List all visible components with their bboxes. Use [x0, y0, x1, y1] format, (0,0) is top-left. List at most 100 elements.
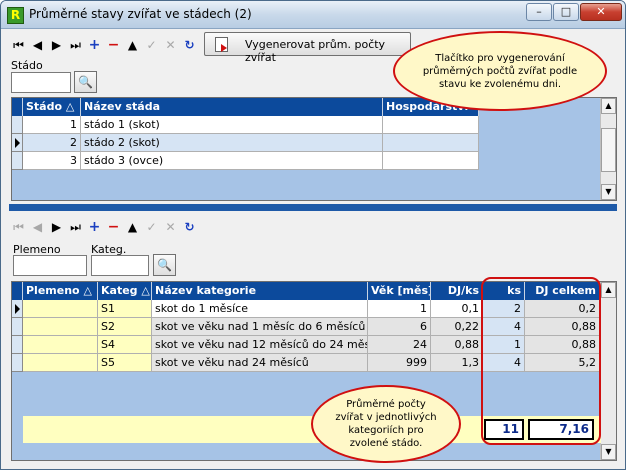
row-indicator[interactable] — [12, 152, 23, 170]
herd-filter-label: Stádo — [11, 59, 43, 72]
sort-icon: △ — [65, 100, 75, 113]
sort-icon: △ — [141, 284, 150, 297]
prior-record-icon[interactable]: ◀ — [28, 34, 47, 56]
animals-cell-dj[interactable]: 1,3 — [431, 354, 483, 372]
category-filter-input[interactable] — [91, 255, 149, 276]
cancel-record-icon: ✕ — [165, 38, 176, 52]
animals-navigator: ⏮ ◀ ▶ ⏭ + − ▲ ✓ ✕ ↻ — [9, 216, 199, 238]
herd-col-id-label: Stádo — [26, 100, 63, 113]
animals-cell-dj[interactable]: 0,22 — [431, 318, 483, 336]
window-title: Průměrné stavy zvířat ve stádech (2) — [29, 7, 252, 21]
first-record-icon[interactable]: ⏮ — [9, 34, 28, 56]
delete-record-icon[interactable]: − — [104, 216, 123, 238]
animals-cell-name[interactable]: skot ve věku nad 1 měsíc do 6 měsíců — [152, 318, 368, 336]
animals-cell-dj[interactable]: 0,1 — [431, 300, 483, 318]
animals-col-category-label: Kateg — [101, 284, 138, 297]
delete-record-icon[interactable]: − — [104, 34, 123, 56]
highlight-frame — [481, 277, 601, 445]
generate-counts-label: Vygenerovat prům. počty zvířat — [245, 38, 386, 64]
herd-cell-id[interactable]: 2 — [23, 134, 81, 152]
row-indicator[interactable] — [12, 116, 23, 134]
post-record-icon: ✓ — [146, 38, 157, 52]
herd-cell-name[interactable]: stádo 1 (skot) — [81, 116, 383, 134]
animals-cell-category[interactable]: S5 — [98, 354, 152, 372]
main-window: R Průměrné stavy zvířat ve stádech (2) –… — [0, 0, 626, 470]
animals-cell-name[interactable]: skot do 1 měsíce — [152, 300, 368, 318]
minimize-button[interactable]: – — [526, 3, 552, 21]
sort-icon: △ — [83, 284, 92, 297]
animals-cell-breed[interactable] — [23, 318, 98, 336]
row-indicator-current[interactable] — [12, 134, 23, 152]
next-record-icon[interactable]: ▶ — [47, 216, 66, 238]
maximize-button[interactable]: □ — [553, 3, 579, 21]
animals-col-name[interactable]: Název kategorie — [152, 282, 368, 300]
herd-cell-id[interactable]: 3 — [23, 152, 81, 170]
add-record-icon[interactable]: + — [85, 216, 104, 238]
scroll-down-icon[interactable]: ▼ — [601, 184, 616, 200]
animals-cell-age[interactable]: 999 — [368, 354, 431, 372]
animals-cell-breed[interactable] — [23, 354, 98, 372]
herd-search-icon[interactable]: 🔍 — [74, 71, 97, 93]
post-record-icon: ✓ — [146, 220, 157, 234]
herd-cell-farm[interactable] — [383, 134, 479, 152]
title-bar[interactable]: R Průměrné stavy zvířat ve stádech (2) –… — [1, 1, 625, 29]
animals-cell-age[interactable]: 1 — [368, 300, 431, 318]
herd-grid: Stádo △ Název stáda Hospodářství 1 stádo… — [11, 97, 617, 201]
animals-cell-category[interactable]: S2 — [98, 318, 152, 336]
prior-record-icon: ◀ — [32, 220, 43, 234]
last-record-icon[interactable]: ⏭ — [66, 216, 85, 238]
animals-grid-corner — [12, 282, 23, 300]
animals-cell-category[interactable]: S4 — [98, 336, 152, 354]
generate-counts-button[interactable]: Vygenerovat prům. počty zvířat — [204, 32, 411, 64]
edit-record-icon[interactable]: ▲ — [123, 34, 142, 56]
row-indicator[interactable] — [12, 354, 23, 372]
row-indicator[interactable] — [12, 336, 23, 354]
herd-cell-id[interactable]: 1 — [23, 116, 81, 134]
herd-filter-input[interactable] — [11, 72, 71, 93]
herd-col-name[interactable]: Název stáda — [81, 98, 383, 116]
last-record-icon[interactable]: ⏭ — [66, 34, 85, 56]
row-indicator[interactable] — [12, 318, 23, 336]
animals-cell-breed[interactable] — [23, 300, 98, 318]
edit-record-icon[interactable]: ▲ — [123, 216, 142, 238]
animals-search-icon[interactable]: 🔍 — [153, 254, 176, 276]
herd-cell-name[interactable]: stádo 3 (ovce) — [81, 152, 383, 170]
scroll-up-icon[interactable]: ▲ — [601, 98, 616, 114]
panel-splitter[interactable] — [9, 204, 617, 211]
herd-scrollbar[interactable]: ▲ ▼ — [600, 98, 616, 200]
first-record-icon: ⏮ — [13, 220, 24, 234]
animals-cell-dj[interactable]: 0,88 — [431, 336, 483, 354]
scroll-up-icon[interactable]: ▲ — [601, 282, 616, 298]
animals-cell-breed[interactable] — [23, 336, 98, 354]
animals-cell-name[interactable]: skot ve věku nad 12 měsíců do 24 měsíců — [152, 336, 368, 354]
add-record-icon[interactable]: + — [85, 34, 104, 56]
herd-cell-farm[interactable] — [383, 116, 479, 134]
animals-scrollbar[interactable]: ▲ ▼ — [600, 282, 616, 460]
animals-col-dj[interactable]: DJ/ks — [431, 282, 483, 300]
refresh-icon[interactable]: ↻ — [180, 34, 199, 56]
herd-col-id[interactable]: Stádo △ — [23, 98, 81, 116]
herd-cell-name[interactable]: stádo 2 (skot) — [81, 134, 383, 152]
refresh-icon[interactable]: ↻ — [180, 216, 199, 238]
breed-filter-input[interactable] — [13, 255, 87, 276]
herd-grid-corner — [12, 98, 23, 116]
animals-cell-name[interactable]: skot ve věku nad 24 měsíců — [152, 354, 368, 372]
cancel-record-icon: ✕ — [165, 220, 176, 234]
generate-callout: Tlačítko pro vygenerování průměrných poč… — [393, 31, 607, 111]
herd-cell-farm[interactable] — [383, 152, 479, 170]
scroll-down-icon[interactable]: ▼ — [601, 444, 616, 460]
animals-cell-age[interactable]: 24 — [368, 336, 431, 354]
scroll-thumb[interactable] — [601, 128, 616, 172]
animals-col-category[interactable]: Kateg △ — [98, 282, 152, 300]
generate-doc-icon — [215, 37, 228, 52]
animals-cell-category[interactable]: S1 — [98, 300, 152, 318]
animals-cell-age[interactable]: 6 — [368, 318, 431, 336]
animals-col-breed[interactable]: Plemeno △ — [23, 282, 98, 300]
close-button[interactable]: ✕ — [580, 3, 622, 21]
counts-callout: Průměrné počty zvířat v jednotlivých kat… — [311, 385, 461, 463]
herd-navigator: ⏮ ◀ ▶ ⏭ + − ▲ ✓ ✕ ↻ — [9, 34, 199, 56]
row-indicator-current[interactable] — [12, 300, 23, 318]
app-icon: R — [7, 7, 24, 24]
next-record-icon[interactable]: ▶ — [47, 34, 66, 56]
animals-col-age[interactable]: Věk [měs] — [368, 282, 431, 300]
